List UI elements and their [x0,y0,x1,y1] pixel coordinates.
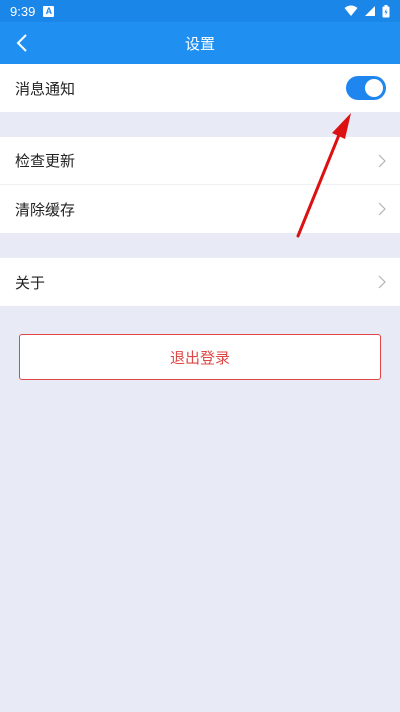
logout-button[interactable]: 退出登录 [19,334,381,380]
check-update-row[interactable]: 检查更新 [0,137,400,185]
about-label: 关于 [15,273,46,292]
chevron-right-icon [378,202,386,216]
battery-icon [382,4,390,17]
about-row[interactable]: 关于 [0,258,400,306]
notifications-row: 消息通知 [0,64,400,112]
notification-section: 消息通知 [0,64,400,112]
maintenance-section: 检查更新 清除缓存 [0,137,400,233]
clear-cache-label: 清除缓存 [15,200,76,219]
status-time: 9:39 [10,3,36,19]
wifi-icon [344,5,358,16]
clear-cache-row[interactable]: 清除缓存 [0,185,400,233]
notifications-toggle[interactable] [346,76,386,100]
signal-icon [365,6,375,16]
app-bar: 设置 [0,22,400,64]
back-button[interactable] [6,22,38,64]
chevron-right-icon [378,275,386,289]
about-section: 关于 [0,258,400,306]
toggle-knob [365,79,383,97]
chevron-right-icon [378,154,386,167]
status-bar: 9:39 A [0,0,400,22]
page-title: 设置 [184,34,215,53]
check-update-label: 检查更新 [15,152,76,170]
chevron-left-icon [16,34,27,52]
notification-app-icon: A [43,5,55,17]
notifications-label: 消息通知 [15,79,76,98]
